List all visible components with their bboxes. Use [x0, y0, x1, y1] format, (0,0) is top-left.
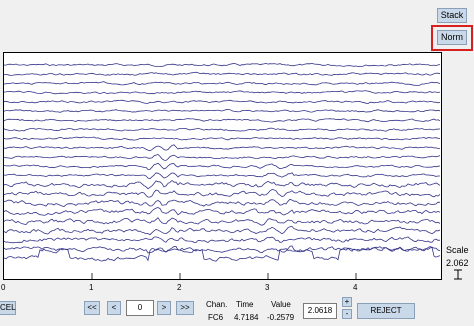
eeg-channel-trace — [4, 179, 441, 190]
x-tick-label: 4 — [353, 283, 358, 292]
eeg-channel-trace — [4, 90, 441, 95]
time-header: Time — [236, 300, 254, 309]
eeg-channel-trace — [4, 99, 441, 105]
value-value: -0.2579 — [267, 313, 295, 322]
eeg-plot-area[interactable] — [3, 52, 442, 280]
stack-button[interactable]: Stack — [437, 8, 467, 23]
last-page-button[interactable]: >> — [176, 301, 194, 315]
eeg-channel-trace — [4, 198, 441, 207]
eeg-channel-trace — [4, 62, 441, 68]
page-input[interactable]: 0 — [126, 300, 154, 316]
x-tick-label: 1 — [89, 283, 94, 292]
scale-decrease-button[interactable]: - — [342, 309, 352, 319]
eeg-channel-trace — [4, 225, 441, 236]
x-tick-label: 0 — [1, 283, 6, 292]
eeg-channel-trace — [4, 127, 441, 132]
next-page-button[interactable]: > — [157, 301, 171, 315]
reject-button[interactable]: REJECT — [357, 303, 415, 319]
eeg-traces — [4, 62, 441, 279]
eeg-channel-trace — [4, 81, 441, 86]
x-tick-label: 2 — [177, 283, 182, 292]
time-value: 4.7184 — [234, 313, 259, 322]
chan-header: Chan. — [206, 300, 228, 309]
norm-button[interactable]: Norm — [437, 30, 467, 45]
eeg-channel-trace — [4, 189, 441, 198]
scale-label: Scale — [446, 245, 469, 255]
x-tick-label: 3 — [265, 283, 270, 292]
first-page-button[interactable]: << — [84, 301, 100, 315]
scale-increase-button[interactable]: + — [342, 297, 352, 307]
cancel-button[interactable]: CEL — [0, 301, 16, 315]
scale-value: 2.062 — [446, 258, 469, 268]
eeg-channel-trace — [4, 245, 441, 254]
prev-page-button[interactable]: < — [107, 301, 121, 315]
eeg-channel-trace — [4, 236, 441, 244]
eeg-channel-trace — [4, 217, 441, 226]
eeg-channel-trace — [4, 172, 440, 180]
eeg-channel-trace — [4, 71, 441, 76]
eeg-channel-trace — [4, 153, 441, 161]
scale-input[interactable]: 2.0618 — [303, 303, 337, 319]
eeg-channel-trace — [4, 108, 441, 113]
chan-value: FC6 — [208, 313, 224, 322]
eeg-channel-trace — [4, 144, 441, 152]
eeg-channel-trace — [4, 136, 441, 141]
value-header: Value — [271, 300, 291, 309]
eeg-channel-trace — [4, 207, 441, 216]
eeg-channel-trace — [4, 162, 441, 171]
scale-bar-icon — [454, 269, 462, 280]
eeg-channel-trace — [4, 118, 441, 123]
